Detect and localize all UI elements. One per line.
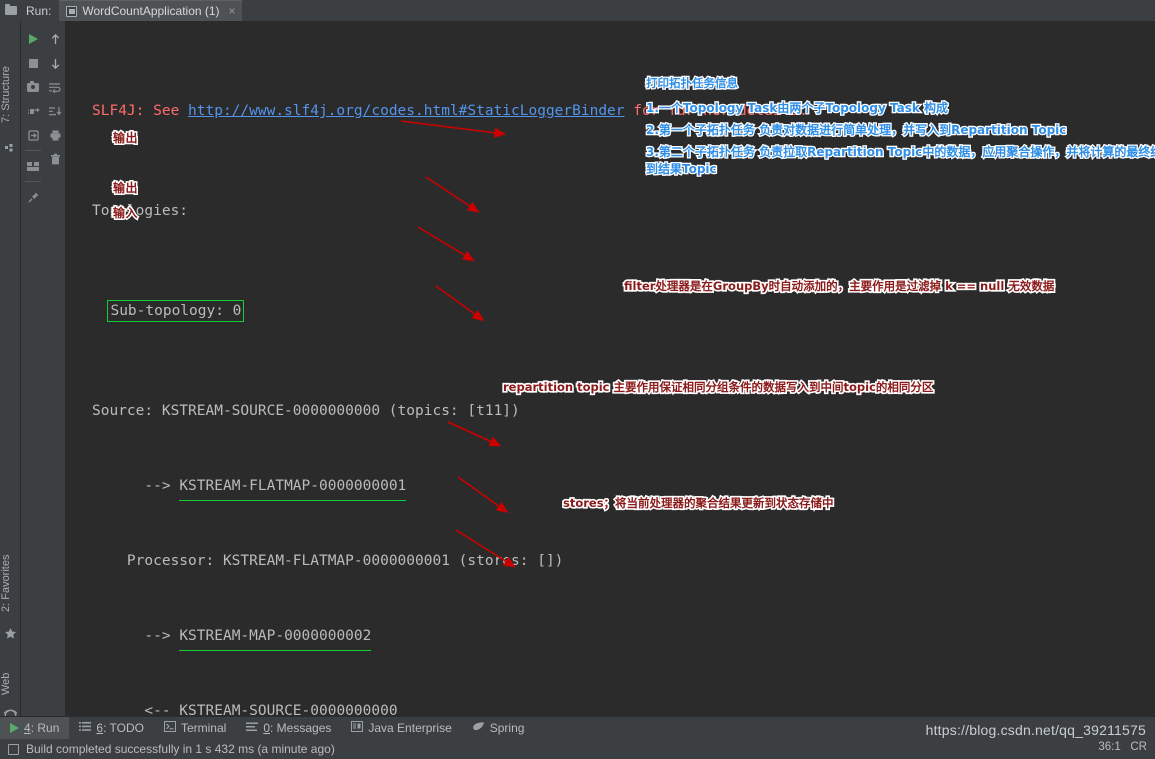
- console-output[interactable]: SLF4J: See http://www.slf4j.org/codes.ht…: [66, 21, 1155, 716]
- log-line: Processor: KSTREAM-FLATMAP-0000000001 (s…: [92, 549, 984, 574]
- bottom-tab-spring-label: Spring: [489, 721, 525, 735]
- annotation-note-1: 1.一个Topology Task由两个子Topology Task 构成: [645, 100, 950, 117]
- status-bar: Build completed successfully in 1 s 432 …: [0, 739, 1155, 759]
- bottom-tab-java-enterprise[interactable]: Java Enterprise: [341, 717, 461, 740]
- bottom-tab-spring[interactable]: Spring: [462, 717, 535, 740]
- bottom-tab-run-label: : Run: [30, 721, 60, 735]
- tab-label: WordCountApplication (1): [82, 4, 220, 18]
- log-line: Source: KSTREAM-SOURCE-0000000000 (topic…: [92, 399, 984, 424]
- build-status-message: Build completed successfully in 1 s 432 …: [26, 742, 335, 756]
- arrow-down-icon[interactable]: [44, 51, 66, 75]
- caret-position-info[interactable]: 36:1 CR: [1098, 741, 1147, 753]
- folder-icon: [0, 0, 22, 21]
- log-link: KSTREAM-FLATMAP-0000000001: [179, 474, 407, 501]
- bottom-tab-messages-label: : Messages: [270, 721, 332, 735]
- log-line-subtopology-0: Sub-topology: 0: [92, 299, 984, 324]
- close-icon[interactable]: ×: [229, 4, 236, 18]
- rerun-button[interactable]: [22, 27, 44, 51]
- sidebar-item-web[interactable]: Web: [0, 661, 21, 707]
- terminal-icon: [163, 721, 176, 735]
- input-badge: 输入: [111, 205, 139, 222]
- output-badge: 输出: [111, 180, 139, 197]
- tab-wordcountapplication[interactable]: WordCountApplication (1) ×: [59, 0, 242, 21]
- log-text: Source: KSTREAM-SOURCE-0000000000 (topic…: [92, 403, 520, 419]
- bottom-tab-run[interactable]: 4: Run: [0, 716, 70, 740]
- log-text: -->: [144, 478, 180, 494]
- bottom-tab-terminal[interactable]: Terminal: [154, 717, 236, 740]
- bottom-tab-todo[interactable]: 6: TODO: [69, 717, 154, 740]
- tiles-icon[interactable]: [22, 154, 44, 178]
- log-line: --> KSTREAM-MAP-0000000002: [92, 624, 984, 651]
- watermark-url: https://blog.csdn.net/qq_39211575: [925, 722, 1146, 738]
- log-line-topologies: Topologies:: [92, 203, 189, 219]
- run-tool-window-header: Run: WordCountApplication (1) ×: [0, 0, 1155, 21]
- log-line: --> KSTREAM-FLATMAP-0000000001: [92, 474, 984, 501]
- sub-topology-0-box: Sub-topology: 0: [107, 300, 245, 322]
- sidebar-item-favorites[interactable]: 2: Favorites: [0, 541, 21, 625]
- slf4j-link[interactable]: http://www.slf4j.org/codes.html#StaticLo…: [188, 103, 625, 119]
- run-toolbar: [21, 21, 66, 716]
- pin-icon[interactable]: [22, 185, 44, 209]
- structure-icon: [4, 143, 17, 156]
- line-separator[interactable]: CR: [1130, 741, 1147, 753]
- java-enterprise-icon: [351, 721, 364, 735]
- build-icon: [8, 743, 19, 755]
- caret-position[interactable]: 36:1: [1098, 741, 1120, 753]
- list-icon: [79, 721, 92, 735]
- bug-attach-icon[interactable]: [22, 99, 44, 123]
- log-line: <-- KSTREAM-SOURCE-0000000000: [92, 699, 984, 716]
- annotation-note-3: 3.第二个子拓扑任务 负责拉取Repartition Topic中的数据，应用聚…: [645, 144, 1155, 161]
- printer-icon[interactable]: [44, 123, 66, 147]
- log-link: KSTREAM-MAP-0000000002: [179, 624, 372, 651]
- run-label: Run:: [26, 3, 52, 18]
- stop-button[interactable]: [22, 51, 44, 75]
- arrow-into-box-icon[interactable]: [22, 123, 44, 147]
- bottom-tab-messages-mnemonic: 0: [263, 721, 271, 735]
- slf4j-prefix: SLF4J: See: [92, 103, 189, 119]
- output-badge: 输出: [111, 130, 139, 147]
- bottom-tab-terminal-label: Terminal: [180, 721, 227, 735]
- annotation-repartition-note: repartition topic 主要作用保证相同分组条件的数据写入到中间to…: [501, 378, 935, 395]
- star-icon: [4, 627, 17, 640]
- soft-wrap-icon[interactable]: [44, 75, 66, 99]
- annotation-note-2: 2.第一个子拓扑任务 负责对数据进行简单处理，并写入到Repartition T…: [645, 122, 1068, 139]
- log-text: -->: [144, 628, 180, 644]
- log-text: <-- KSTREAM-SOURCE-0000000000: [144, 703, 398, 716]
- bottom-tab-run-mnemonic: 4: [24, 721, 31, 735]
- annotation-stores-note: stores；将当前处理器的聚合结果更新到状态存储中: [561, 494, 835, 511]
- bottom-tab-java-enterprise-label: Java Enterprise: [368, 721, 452, 735]
- scroll-to-end-icon[interactable]: [44, 99, 66, 123]
- play-icon: [10, 723, 19, 733]
- trash-icon[interactable]: [44, 147, 66, 171]
- bottom-tab-todo-label: : TODO: [103, 721, 144, 735]
- annotation-filter-note: filter处理器是在GroupBy时自动添加的，主要作用是过滤掉 k == n…: [622, 277, 1056, 294]
- annotation-note-3-cont: 到结果Topic: [645, 161, 718, 178]
- bottom-tab-messages[interactable]: 0: Messages: [236, 717, 341, 740]
- console-icon: [66, 5, 78, 17]
- camera-icon[interactable]: [22, 75, 44, 99]
- log-text: Processor: KSTREAM-FLATMAP-0000000001 (s…: [126, 553, 564, 569]
- sidebar-item-structure[interactable]: 7: Structure: [0, 49, 21, 141]
- arrow-up-icon[interactable]: [44, 27, 66, 51]
- messages-icon: [246, 721, 259, 735]
- spring-leaf-icon: [472, 721, 485, 735]
- annotation-print-topology-title: 打印拓扑任务信息: [645, 75, 740, 92]
- left-tool-window-strip: 7: Structure 2: Favorites Web: [0, 21, 21, 722]
